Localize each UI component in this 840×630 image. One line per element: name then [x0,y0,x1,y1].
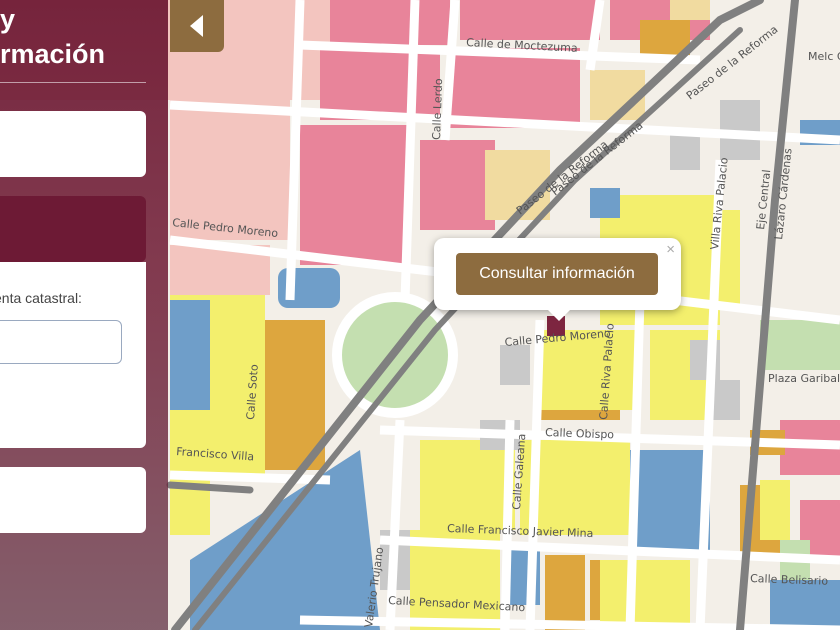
title-divider [0,82,146,83]
side-panel: y rmación enta catastral: [0,0,168,630]
street-label-plaza-garibaldi: Plaza Garibaldi [768,372,840,385]
collapse-panel-button[interactable] [170,0,224,52]
street-label-lerdo: Calle Lerdo [430,78,445,140]
close-icon[interactable]: × [666,241,675,258]
panel-header-bar[interactable] [0,196,146,262]
panel-card-3[interactable] [0,467,146,533]
account-input[interactable] [0,320,122,364]
panel-card-1[interactable] [0,111,146,177]
consult-info-button[interactable]: Consultar información [456,253,658,295]
account-label: enta catastral: [0,290,82,306]
info-popup: × Consultar información [434,238,681,310]
panel-title: y rmación [0,4,106,69]
caret-left-icon [190,15,203,37]
street-label-melchor-ocampo: Melc Garib Lagun [808,50,840,63]
street-label-belisario: Calle Belisario [750,572,829,588]
popup-pointer [547,309,571,321]
street-label-obispo: Calle Obispo [545,426,615,441]
